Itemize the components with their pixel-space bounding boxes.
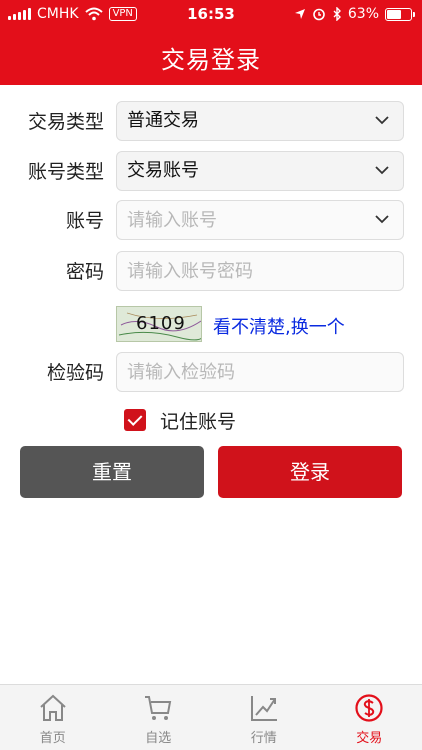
remember-checkbox[interactable] [124, 409, 146, 431]
chevron-down-icon [375, 116, 389, 125]
account-type-value: 交易账号 [127, 160, 199, 181]
account-dropdown-icon[interactable] [375, 214, 389, 224]
alarm-icon [313, 8, 325, 21]
tab-home[interactable]: 首页 [0, 685, 106, 750]
password-row: 密码 [0, 251, 422, 293]
password-input[interactable] [117, 252, 403, 290]
account-input[interactable] [117, 201, 403, 239]
tab-trade-label: 交易 [356, 731, 383, 746]
tab-market-label: 行情 [250, 731, 277, 746]
verify-row: 检验码 [0, 352, 422, 394]
tab-watchlist[interactable]: 自选 [106, 685, 212, 750]
password-field-wrapper [116, 251, 404, 291]
tab-trade[interactable]: 交易 [317, 685, 422, 750]
battery-percent: 63% [347, 6, 379, 22]
tab-market[interactable]: 行情 [211, 685, 317, 750]
verify-label: 检验码 [46, 362, 104, 384]
tab-watchlist-label: 自选 [145, 731, 172, 746]
battery-icon [385, 7, 415, 21]
remember-label: 记住账号 [160, 410, 237, 433]
trade-type-select[interactable]: 普通交易 [116, 101, 404, 141]
dollar-circle-icon [355, 694, 383, 722]
account-type-row: 账号类型 交易账号 [0, 151, 422, 193]
login-button[interactable]: 登录 [218, 446, 402, 498]
verify-code-input[interactable] [117, 353, 403, 391]
trade-type-row: 交易类型 普通交易 [0, 101, 422, 143]
trade-type-value: 普通交易 [127, 110, 199, 131]
password-label: 密码 [65, 261, 104, 283]
location-icon [294, 9, 305, 19]
app-header: CMHK VPN 16:53 63% 交易登录 [0, 0, 422, 85]
account-type-label: 账号类型 [27, 161, 104, 183]
account-type-select[interactable]: 交易账号 [116, 151, 404, 191]
chevron-down-icon [375, 166, 389, 175]
reset-button[interactable]: 重置 [20, 446, 204, 498]
status-bar: CMHK VPN 16:53 63% [0, 0, 422, 30]
page-title: 交易登录 [161, 46, 261, 74]
cart-icon [145, 696, 172, 720]
captcha-image[interactable]: 6109 [116, 306, 202, 342]
account-field-wrapper [116, 200, 404, 240]
home-icon [40, 694, 66, 721]
account-row: 账号 [0, 200, 422, 242]
tab-bar: 首页 自选 行情 交易 [0, 684, 422, 750]
verify-field-wrapper [116, 352, 404, 392]
trend-chart-icon [250, 696, 277, 721]
captcha-code: 6109 [136, 313, 186, 334]
remember-account[interactable]: 记住账号 [124, 408, 237, 433]
trade-type-label: 交易类型 [27, 111, 104, 133]
tab-home-label: 首页 [39, 731, 66, 746]
account-label: 账号 [65, 210, 104, 232]
refresh-captcha-link[interactable]: 看不清楚,换一个 [213, 313, 345, 339]
bluetooth-icon [333, 7, 341, 21]
